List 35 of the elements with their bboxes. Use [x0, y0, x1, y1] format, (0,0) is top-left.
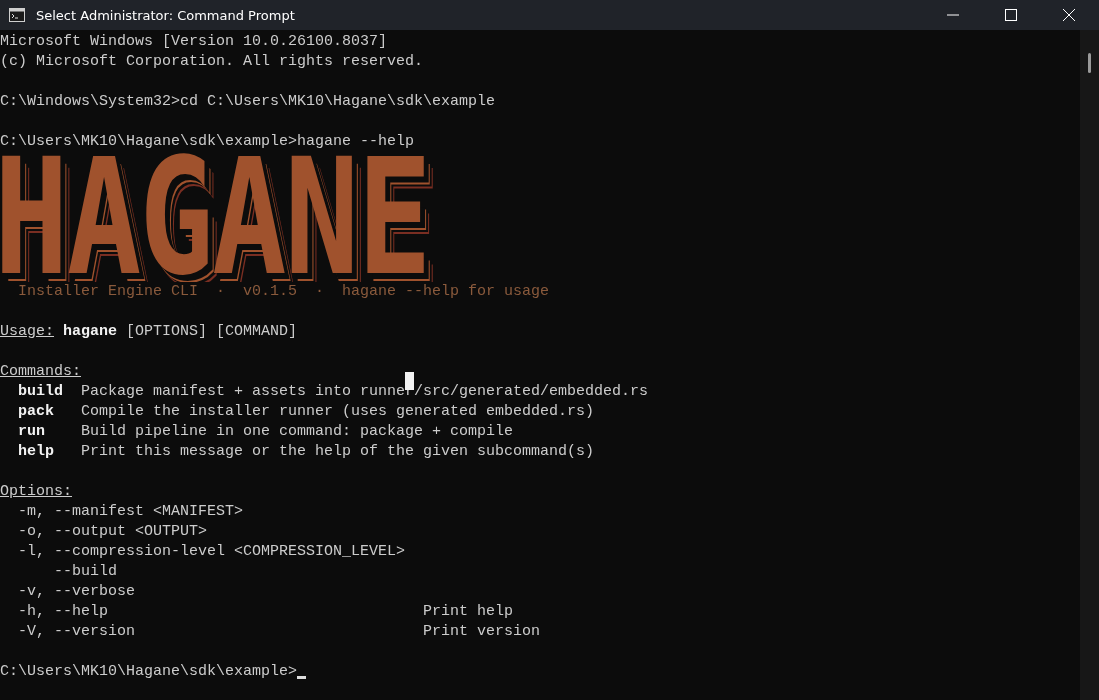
terminal-icon [9, 8, 25, 22]
tagline: Installer Engine CLI · v0.1.5 · hagane --help for usage [18, 282, 550, 302]
program-name: hagane [63, 322, 118, 342]
prompt-path: C:\Windows\System32> [0, 92, 181, 112]
command-name: help [18, 442, 55, 462]
usage-label: Usage: [0, 322, 54, 342]
option-description: Print help [423, 602, 513, 622]
option-flags: --build [54, 562, 117, 582]
option-flags: -o, --output <OUTPUT> [18, 522, 208, 542]
option-flags: -v, --verbose [18, 582, 136, 602]
section-heading: Options: [0, 482, 72, 502]
option-flags: -h, --help [18, 602, 108, 622]
option-flags: -l, --compression-level <COMPRESSION_LEVEL> [18, 542, 406, 562]
prompt-path: C:\Users\MK10\Hagane\sdk\example> [0, 662, 298, 682]
command-name: build [18, 382, 64, 402]
typed-command: cd C:\Users\MK10\Hagane\sdk\example [180, 92, 496, 112]
command-name: run [18, 422, 46, 442]
command-description: Build pipeline in one command: package + compile [81, 422, 514, 442]
ascii-logo: HAGANE [0, 152, 430, 282]
usage-args: [OPTIONS] [COMMAND] [126, 322, 298, 342]
scrollbar-thumb[interactable] [1088, 53, 1091, 73]
command-name: pack [18, 402, 55, 422]
command-description: Print this message or the help of the given subcommand(s) [81, 442, 595, 462]
window-title: Select Administrator: Command Prompt [36, 7, 295, 23]
prompt-path: C:\Users\MK10\Hagane\sdk\example> [0, 132, 298, 152]
option-description: Print version [423, 622, 541, 642]
option-flags: -V, --version [18, 622, 136, 642]
option-flags: -m, --manifest <MANIFEST> [18, 502, 244, 522]
section-heading: Commands: [0, 362, 81, 382]
typed-command: hagane --help [297, 132, 415, 152]
command-description: Compile the installer runner (uses generated embedded.rs) [81, 402, 595, 422]
text-cursor [297, 676, 307, 679]
console-text: (c) Microsoft Corporation. All rights reserved. [0, 52, 424, 72]
console-text: Microsoft Windows [Version 10.0.26100.8037] [0, 32, 388, 52]
command-description: Package manifest + assets into runner/src/generated/embedded.rs [81, 382, 649, 402]
